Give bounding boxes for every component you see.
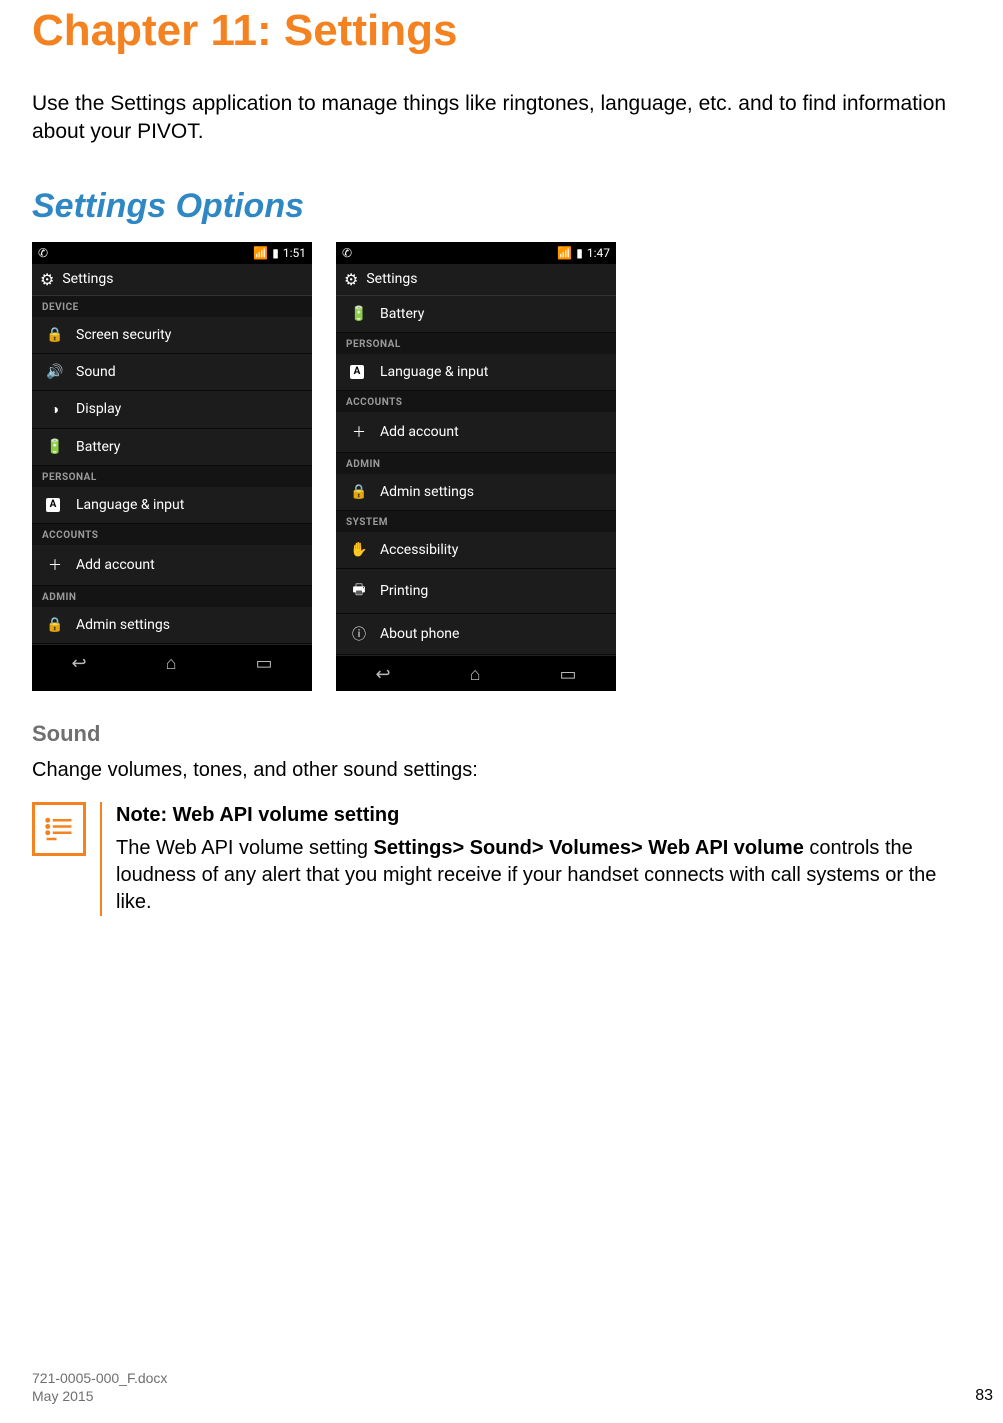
status-time: 1:47 [587,246,610,260]
status-time: 1:51 [283,246,306,260]
section-header: ACCOUNTS [336,391,616,412]
hand-icon: ✋ [350,542,368,558]
battery-icon: ▮ [272,246,279,260]
battery-icon: ▮ [576,246,583,260]
settings-row-admin[interactable]: 🔒 Admin settings [32,607,312,644]
settings-row-screen-security[interactable]: 🔒 Screen security [32,317,312,354]
sound-icon: 🔊 [46,364,64,380]
android-nav-bar: ↩ ⌂ ▭ [32,644,312,680]
recent-button[interactable]: ▭ [559,664,576,685]
row-label: About phone [380,626,459,642]
settings-row-add-account[interactable]: ＋ Add account [336,412,616,453]
android-nav-bar: ↩ ⌂ ▭ [336,655,616,691]
back-button[interactable]: ↩ [72,653,87,674]
section-header: ADMIN [336,453,616,474]
row-label: Accessibility [380,542,458,558]
phone-screenshot-2: ✆ 📶 ▮ 1:47 ⚙ Settings 🔋 Battery PERSONAL… [336,242,616,691]
page-number: 83 [975,1387,993,1405]
settings-row-admin[interactable]: 🔒 Admin settings [336,474,616,511]
page-footer: 721-0005-000_F.docx May 2015 83 [32,1369,993,1405]
row-label: Battery [380,306,424,322]
footer-doc-name: 721-0005-000_F.docx [32,1369,167,1387]
gear-icon: ⚙ [344,270,358,289]
note-text: The Web API volume setting Settings> Sou… [116,835,971,916]
note-list-icon [32,802,86,856]
row-label: Language & input [380,364,488,380]
settings-row-printing[interactable]: 🖶 Printing [336,569,616,614]
footer-date: May 2015 [32,1387,167,1405]
sound-description: Change volumes, tones, and other sound s… [32,759,971,782]
status-bar: ✆ 📶 ▮ 1:51 [32,242,312,264]
plus-icon: ＋ [350,422,368,442]
note-block: Note: Web API volume setting The Web API… [32,802,971,916]
section-header: SYSTEM [336,511,616,532]
section-header: PERSONAL [336,333,616,354]
chapter-title: Chapter 11: Settings [32,6,971,56]
row-label: Add account [76,557,155,573]
wifi-icon: 📶 [253,246,268,260]
app-title-bar: ⚙ Settings [32,264,312,296]
section-header: ADMIN [32,586,312,607]
home-button[interactable]: ⌂ [166,653,177,674]
settings-row-add-account[interactable]: ＋ Add account [32,545,312,586]
settings-row-sound[interactable]: 🔊 Sound [32,354,312,391]
row-label: Admin settings [380,484,474,500]
row-label: Display [76,401,121,417]
settings-row-about[interactable]: ⓘ About phone [336,614,616,655]
lock-icon: 🔒 [350,484,368,500]
section-title: Settings Options [32,187,971,226]
gear-icon: ⚙ [40,270,54,289]
row-label: Screen security [76,327,171,343]
intro-paragraph: Use the Settings application to manage t… [32,90,971,147]
row-label: Printing [380,583,428,599]
settings-row-language[interactable]: A Language & input [32,487,312,524]
row-label: Add account [380,424,459,440]
settings-row-battery[interactable]: 🔋 Battery [336,296,616,333]
app-title: Settings [62,271,113,287]
status-bar: ✆ 📶 ▮ 1:47 [336,242,616,264]
info-icon: ⓘ [350,624,368,644]
app-title: Settings [366,271,417,287]
note-title: Note: Web API volume setting [116,802,971,829]
battery-icon: 🔋 [350,306,368,322]
settings-row-battery[interactable]: 🔋 Battery [32,429,312,466]
row-label: Admin settings [76,617,170,633]
phone-screenshot-1: ✆ 📶 ▮ 1:51 ⚙ Settings DEVICE 🔒 Screen se… [32,242,312,691]
section-header: DEVICE [32,296,312,317]
wifi-icon: 📶 [557,246,572,260]
section-header: ACCOUNTS [32,524,312,545]
language-icon: A [350,365,368,379]
lock-icon: 🔒 [46,617,64,633]
row-label: Language & input [76,497,184,513]
display-icon: ◑ [46,401,64,418]
plus-icon: ＋ [46,555,64,575]
screenshot-row: ✆ 📶 ▮ 1:51 ⚙ Settings DEVICE 🔒 Screen se… [32,242,971,691]
note-divider [100,802,102,916]
battery-icon: 🔋 [46,439,64,455]
recent-button[interactable]: ▭ [255,653,272,674]
back-button[interactable]: ↩ [376,664,391,685]
row-label: Sound [76,364,116,380]
home-button[interactable]: ⌂ [470,664,481,685]
note-body: Note: Web API volume setting The Web API… [116,802,971,916]
settings-row-language[interactable]: A Language & input [336,354,616,391]
lock-icon: 🔒 [46,327,64,343]
settings-row-accessibility[interactable]: ✋ Accessibility [336,532,616,569]
app-title-bar: ⚙ Settings [336,264,616,296]
phone-icon: ✆ [342,246,352,260]
sub-heading-sound: Sound [32,721,971,747]
section-header: PERSONAL [32,466,312,487]
settings-row-display[interactable]: ◑ Display [32,391,312,429]
phone-icon: ✆ [38,246,48,260]
print-icon: 🖶 [350,579,368,603]
row-label: Battery [76,439,120,455]
language-icon: A [46,498,64,512]
